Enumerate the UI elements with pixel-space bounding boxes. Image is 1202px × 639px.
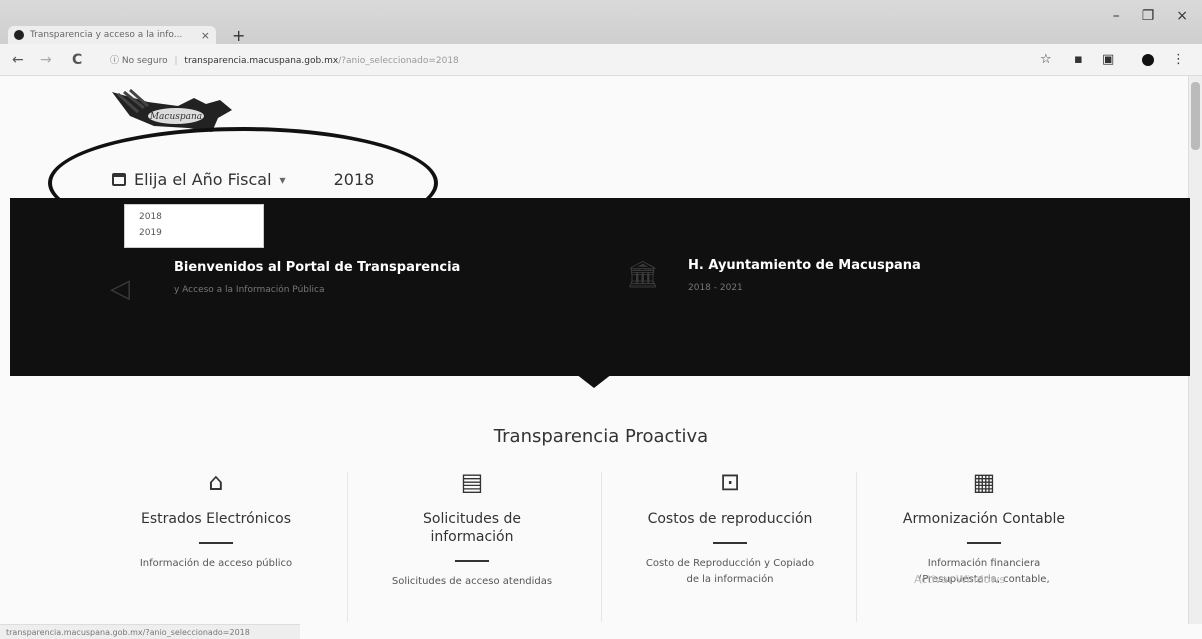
favicon-icon xyxy=(14,30,24,40)
card-divider xyxy=(455,560,489,562)
window-controls: – ❐ × xyxy=(1113,8,1188,24)
column-divider xyxy=(856,472,857,622)
forward-button[interactable]: → xyxy=(40,52,52,68)
url-host: transparencia.macuspana.gob.mx xyxy=(184,56,339,66)
megaphone-icon: ◁ xyxy=(110,274,130,304)
url-path: /?anio_seleccionado=2018 xyxy=(338,56,459,66)
card-title[interactable]: Estrados Electrónicos xyxy=(96,510,336,528)
close-window-button[interactable]: × xyxy=(1176,8,1188,24)
card-title[interactable]: Costos de reproducción xyxy=(610,510,850,528)
cast-icon[interactable]: ▣ xyxy=(1102,52,1114,67)
card-divider xyxy=(713,542,747,544)
close-tab-icon[interactable]: × xyxy=(201,29,210,42)
scrollbar[interactable] xyxy=(1188,76,1202,624)
logo-text: Macuspana xyxy=(149,112,202,122)
minimize-button[interactable]: – xyxy=(1113,8,1120,24)
hero-ayuntamiento-title: H. Ayuntamiento de Macuspana xyxy=(688,258,921,273)
card-divider xyxy=(199,542,233,544)
address-bar: ← → C ⓘ No seguro | transparencia.macusp… xyxy=(0,44,1202,76)
hero-welcome-title: Bienvenidos al Portal de Transparencia xyxy=(174,260,461,275)
bookmark-star-icon[interactable]: ☆ xyxy=(1040,52,1052,67)
profile-avatar[interactable] xyxy=(1142,54,1154,66)
column-divider xyxy=(601,472,602,622)
tab-title: Transparencia y acceso a la info... xyxy=(30,30,183,40)
column-divider xyxy=(347,472,348,622)
card-solicitudes[interactable]: ▤ Solicitudes de información Solicitudes… xyxy=(352,468,592,590)
hard-drive-icon: ⌂ xyxy=(208,468,224,496)
browser-tab[interactable]: Transparencia y acceso a la info... × xyxy=(8,26,216,44)
card-divider xyxy=(967,542,1001,544)
dropdown-option-2019[interactable]: 2019 xyxy=(139,225,249,241)
maximize-button[interactable]: ❐ xyxy=(1142,8,1155,24)
hero-ayuntamiento-subtitle: 2018 - 2021 xyxy=(688,283,743,293)
menu-icon[interactable]: ⋮ xyxy=(1172,52,1185,67)
back-button[interactable]: ← xyxy=(12,52,24,68)
card-armonizacion[interactable]: ▦ Armonización Contable Información fina… xyxy=(864,468,1104,588)
browser-tab-bar: Transparencia y acceso a la info... × + … xyxy=(0,0,1202,45)
extension-icon[interactable]: ▪ xyxy=(1074,52,1083,67)
list-card-icon: ▤ xyxy=(460,468,484,496)
new-tab-button[interactable]: + xyxy=(232,26,245,45)
hero-welcome: Bienvenidos al Portal de Transparencia y… xyxy=(174,260,460,295)
windows-activation-watermark: Activar Windows xyxy=(914,573,1006,586)
hero-pointer xyxy=(576,374,612,388)
card-title[interactable]: Solicitudes de información xyxy=(402,510,542,546)
card-description: Solicitudes de acceso atendidas xyxy=(391,576,553,587)
url-field[interactable]: ⓘ No seguro | transparencia.macuspana.go… xyxy=(110,53,459,66)
calculator-icon: ▦ xyxy=(972,468,996,496)
money-bill-icon: ⊡ xyxy=(719,468,741,496)
fiscal-year-dropdown[interactable]: 2018 2019 xyxy=(124,204,264,248)
hero-welcome-subtitle[interactable]: y Acceso a la Información Pública xyxy=(174,285,460,295)
security-indicator[interactable]: ⓘ No seguro xyxy=(110,56,168,66)
government-building-icon: 🏛 xyxy=(626,260,660,290)
hero-ayuntamiento: H. Ayuntamiento de Macuspana 2018 - 2021 xyxy=(688,258,921,293)
dropdown-option-2018[interactable]: 2018 xyxy=(139,209,249,225)
card-costos[interactable]: ⊡ Costos de reproducción Costo de Reprod… xyxy=(610,468,850,588)
section-title: Transparencia Proactiva xyxy=(493,426,709,447)
status-bar-url: transparencia.macuspana.gob.mx/?anio_sel… xyxy=(0,624,300,639)
card-description: Costo de Reproducción y Copiado de la in… xyxy=(645,558,815,585)
reload-button[interactable]: C xyxy=(72,52,82,68)
card-description: Información de acceso público xyxy=(139,558,293,569)
card-estrados[interactable]: ⌂ Estrados Electrónicos Información de a… xyxy=(96,468,336,572)
scrollbar-thumb[interactable] xyxy=(1191,82,1200,150)
card-title[interactable]: Armonización Contable xyxy=(864,510,1104,528)
